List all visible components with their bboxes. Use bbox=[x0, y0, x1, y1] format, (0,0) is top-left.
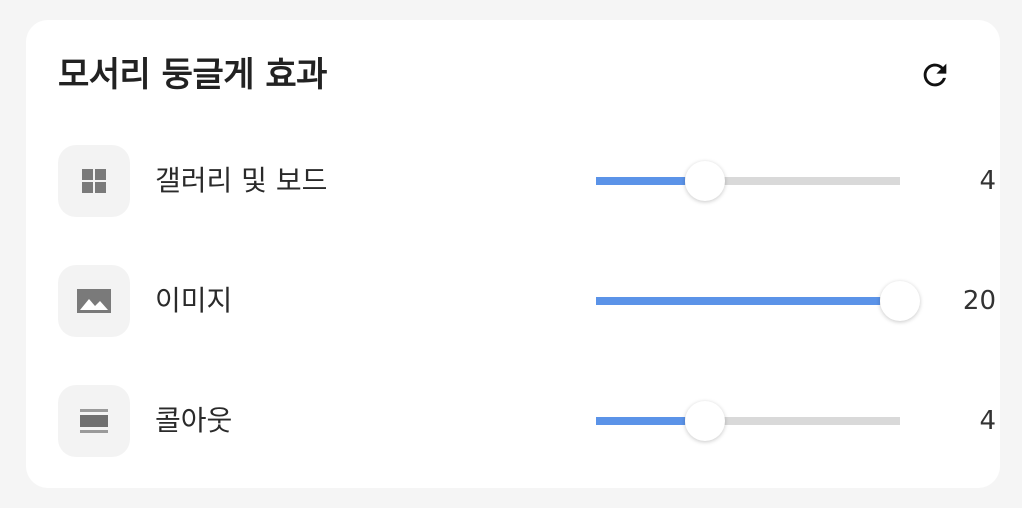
grid-icon bbox=[58, 145, 130, 217]
panel-title: 모서리 둥글게 효과 bbox=[58, 55, 327, 95]
slider-thumb[interactable] bbox=[880, 281, 920, 321]
setting-row-gallery: 갤러리 및 보드 4 bbox=[58, 145, 996, 217]
callout-radius-slider[interactable] bbox=[596, 401, 900, 441]
rounded-corners-panel: 모서리 둥글게 효과 갤러리 및 보드 4 이미지 20 콜아웃 4 bbox=[26, 20, 1000, 488]
setting-row-image: 이미지 20 bbox=[58, 265, 996, 337]
setting-value-image: 20 bbox=[962, 286, 996, 316]
image-radius-slider[interactable] bbox=[596, 281, 920, 321]
slider-fill bbox=[596, 177, 685, 185]
setting-value-callout: 4 bbox=[979, 406, 996, 436]
image-icon bbox=[58, 265, 130, 337]
reset-button[interactable] bbox=[912, 52, 958, 98]
setting-label-image: 이미지 bbox=[155, 284, 233, 317]
setting-row-callout: 콜아웃 4 bbox=[58, 385, 996, 457]
setting-value-gallery: 4 bbox=[979, 166, 996, 196]
layout-icon bbox=[58, 385, 130, 457]
refresh-icon bbox=[923, 63, 947, 87]
setting-label-gallery: 갤러리 및 보드 bbox=[155, 164, 328, 197]
setting-label-callout: 콜아웃 bbox=[155, 404, 233, 437]
slider-fill bbox=[596, 417, 685, 425]
slider-thumb[interactable] bbox=[684, 401, 725, 441]
slider-thumb[interactable] bbox=[684, 161, 725, 201]
slider-fill bbox=[596, 297, 880, 305]
gallery-radius-slider[interactable] bbox=[596, 161, 900, 201]
